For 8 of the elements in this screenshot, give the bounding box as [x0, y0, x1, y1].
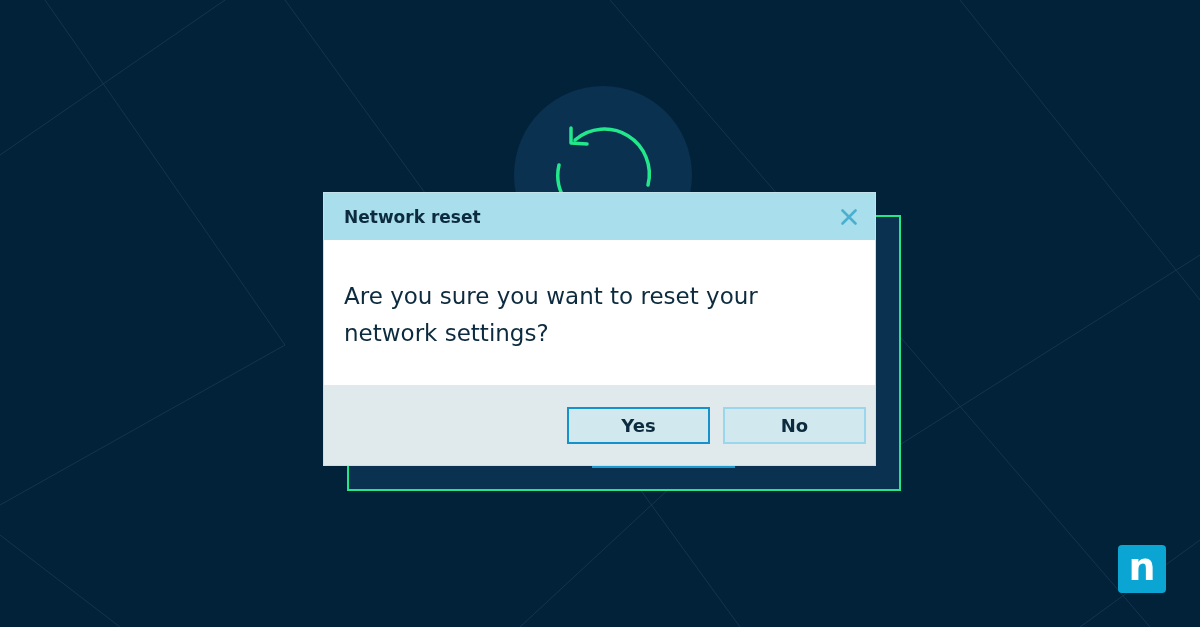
dialog-button[interactable]: Yes: [567, 407, 710, 444]
dialog-message: Are you sure you want to reset your network settings?: [344, 282, 759, 348]
circular-arrow-icon: [514, 86, 692, 193]
close-icon: [841, 208, 857, 225]
logo: n: [1118, 545, 1166, 593]
close-button[interactable]: [841, 208, 857, 225]
dialog-button[interactable]: No: [723, 407, 866, 444]
dialog-title: Network reset: [344, 206, 481, 227]
